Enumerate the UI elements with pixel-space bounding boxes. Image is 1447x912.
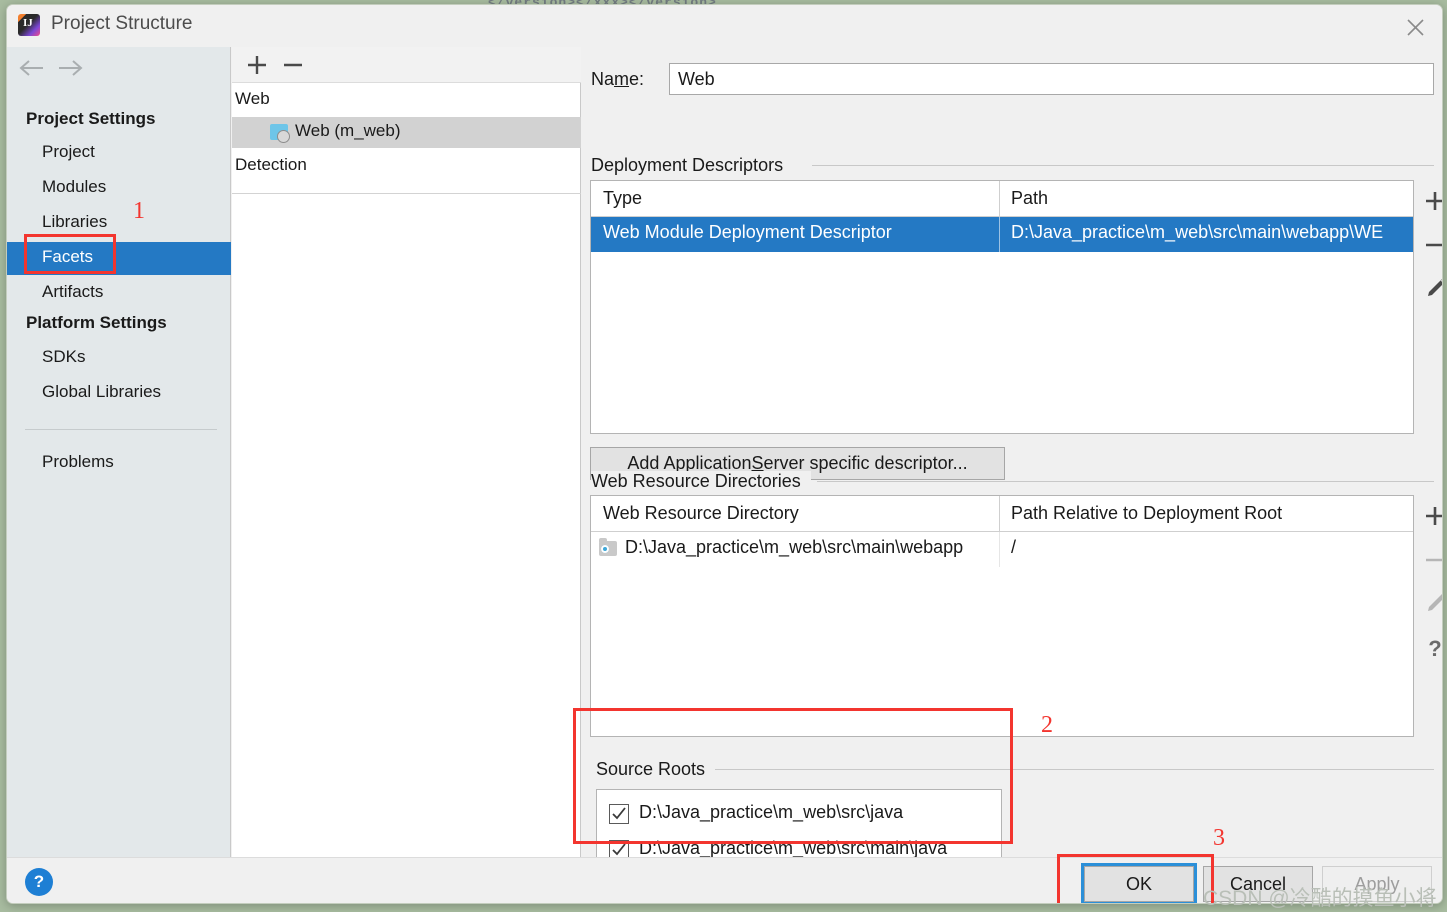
annotation-number-3: 3 — [1213, 825, 1225, 851]
help-glyph: ? — [33, 872, 45, 891]
dialog-footer: ? OK Cancel Apply — [7, 857, 1442, 903]
column-header-type: Type — [603, 188, 643, 208]
path-relative-cell: / — [1011, 537, 1017, 557]
arrow-left-icon[interactable] — [17, 57, 47, 81]
cancel-button[interactable]: Cancel — [1203, 866, 1313, 902]
sidebar-item-label: Global Libraries — [42, 382, 162, 401]
tree-row-label: Detection — [235, 155, 307, 174]
name-label-post: e: — [629, 69, 645, 89]
sidebar-item-modules[interactable]: Modules — [7, 172, 231, 205]
svg-text:?: ? — [1428, 636, 1441, 661]
name-label-pre: Na — [591, 69, 615, 89]
tree-row[interactable]: Detection — [232, 151, 581, 182]
sidebar-item-label: Modules — [42, 177, 107, 196]
close-icon[interactable] — [1394, 9, 1436, 43]
column-header-path: Path — [1011, 188, 1049, 208]
sidebar-item-libraries[interactable]: Libraries — [7, 207, 231, 240]
source-roots-rule — [704, 769, 1434, 770]
ok-button[interactable]: OK — [1081, 863, 1197, 903]
sidebar-item-label: Artifacts — [42, 282, 104, 301]
column-header-path-relative: Path Relative to Deployment Root — [1011, 503, 1283, 523]
plus-icon[interactable] — [244, 53, 270, 77]
facet-detail-panel: Name: Deployment Descriptors Type Path W… — [582, 47, 1442, 879]
column-separator — [999, 181, 1000, 216]
sidebar-item-label: SDKs — [42, 347, 86, 366]
table-row[interactable]: Web Module Deployment Descriptor D:\Java… — [591, 217, 1413, 252]
row-column-separator — [999, 217, 1000, 252]
web-resource-directories-table: Web Resource Directory Path Relative to … — [590, 495, 1414, 737]
folder-icon — [599, 538, 617, 556]
facets-tree-panel: Web Web (m_web) Detection — [232, 47, 581, 857]
annotation-number-2: 2 — [1041, 712, 1053, 738]
source-root-label: D:\Java_practice\m_web\src\main\java — [639, 838, 948, 858]
web-facet-icon — [270, 124, 290, 143]
settings-sidebar: Project Settings Project Modules Librari… — [7, 47, 231, 857]
list-item[interactable]: D:\Java_practice\m_web\src\java — [597, 797, 1001, 833]
sidebar-item-artifacts[interactable]: Artifacts — [7, 277, 231, 310]
pencil-icon[interactable] — [1419, 272, 1442, 306]
tree-row-label: Web — [235, 89, 270, 108]
pencil-icon — [1419, 587, 1442, 621]
web-resource-directories-caption: Web Resource Directories — [591, 471, 811, 492]
apply-button: Apply — [1322, 866, 1432, 902]
question-icon[interactable]: ? — [1419, 631, 1442, 665]
column-header-web-resource-directory: Web Resource Directory — [603, 503, 799, 523]
project-structure-dialog: IJ Project Structure Project Settings Pr… — [6, 4, 1443, 904]
arrow-right-icon[interactable] — [55, 57, 85, 81]
deployment-descriptors-table: Type Path Web Module Deployment Descript… — [590, 180, 1414, 434]
table-row[interactable]: D:\Java_practice\m_web\src\main\webapp / — [591, 532, 1413, 567]
name-input[interactable] — [669, 63, 1434, 95]
row-column-separator — [999, 532, 1000, 567]
deployment-descriptors-toolbar — [1415, 180, 1442, 434]
descriptor-type-cell: Web Module Deployment Descriptor — [603, 222, 892, 242]
sidebar-item-sdks[interactable]: SDKs — [7, 342, 231, 375]
source-roots-caption: Source Roots — [596, 759, 716, 780]
minus-icon[interactable] — [280, 53, 306, 77]
minus-icon[interactable] — [1419, 228, 1442, 262]
sidebar-item-facets[interactable]: Facets — [7, 242, 231, 275]
page-title: Project Structure — [51, 13, 193, 34]
deployment-descriptors-header: Type Path — [591, 181, 1413, 217]
annotation-number-1: 1 — [133, 198, 145, 224]
sidebar-item-label: Problems — [42, 452, 114, 471]
facets-tree-toolbar — [232, 47, 581, 83]
name-field-label: Name: — [591, 69, 644, 90]
source-root-label: D:\Java_practice\m_web\src\java — [639, 802, 904, 822]
sidebar-item-problems[interactable]: Problems — [7, 447, 231, 480]
descriptor-path-cell: D:\Java_practice\m_web\src\main\webapp\W… — [1011, 222, 1384, 242]
sidebar-group-platform-settings: Platform Settings — [26, 313, 167, 332]
intellij-idea-icon: IJ — [18, 14, 40, 36]
sidebar-item-project[interactable]: Project — [7, 137, 231, 170]
tree-row[interactable]: Web — [232, 85, 581, 116]
plus-icon[interactable] — [1419, 184, 1442, 218]
sidebar-item-label: Project — [42, 142, 95, 161]
name-label-mnemonic: m — [614, 69, 630, 89]
help-icon[interactable]: ? — [25, 868, 53, 896]
web-resource-directory-cell: D:\Java_practice\m_web\src\main\webapp — [625, 537, 964, 557]
sidebar-divider — [25, 429, 217, 430]
tree-row[interactable]: Web (m_web) — [232, 117, 581, 148]
sidebar-item-label: Libraries — [42, 212, 108, 231]
web-resource-directories-rule — [817, 481, 1434, 482]
column-separator — [999, 496, 1000, 531]
deployment-descriptors-caption: Deployment Descriptors — [591, 155, 794, 176]
web-resource-directories-toolbar: ? — [1415, 495, 1442, 737]
app-icon-letters: IJ — [23, 17, 33, 29]
sidebar-item-global-libraries[interactable]: Global Libraries — [7, 377, 231, 410]
plus-icon[interactable] — [1419, 499, 1442, 533]
sidebar-nav-row — [7, 47, 231, 91]
web-resource-directories-header: Web Resource Directory Path Relative to … — [591, 496, 1413, 532]
sidebar-group-project-settings: Project Settings — [26, 109, 156, 128]
source-root-checkbox[interactable] — [609, 804, 629, 824]
tree-separator — [232, 193, 581, 194]
sidebar-item-label: Facets — [42, 247, 94, 266]
dialog-titlebar: IJ Project Structure — [7, 5, 1442, 47]
tree-row-label: Web (m_web) — [295, 121, 401, 140]
deployment-descriptors-rule — [812, 165, 1434, 166]
minus-icon — [1419, 543, 1442, 577]
